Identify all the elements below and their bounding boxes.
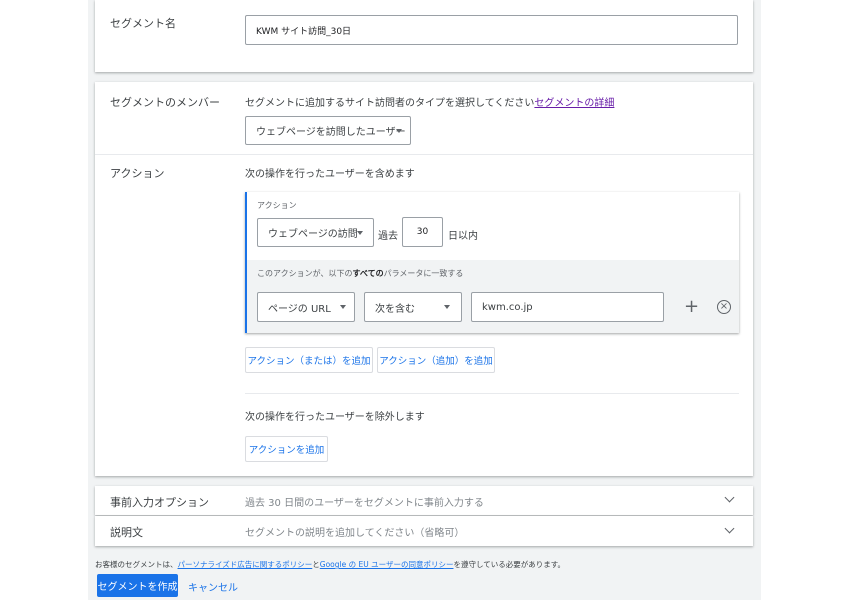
prefill-label: 事前入力オプション — [110, 496, 209, 509]
include-text: 次の操作を行ったユーザーを含めます — [245, 169, 415, 180]
exclude-divider — [245, 393, 739, 394]
plus-icon[interactable]: + — [684, 295, 699, 319]
parameter-field-select[interactable]: ページの URL — [257, 292, 355, 322]
action-type-value: ウェブページの訪問 — [268, 229, 358, 240]
parameter-area: このアクションが、以下のすべてのパラメータに一致する ページの URL 次を含む… — [247, 260, 739, 333]
create-segment-button[interactable]: セグメントを作成 — [97, 574, 178, 597]
eu-consent-policy-link[interactable]: Google の EU ユーザーの同意ポリシー — [320, 560, 454, 569]
chevron-down-icon — [357, 231, 363, 235]
member-type-value: ウェブページを訪問したユーザー — [256, 127, 406, 138]
days-value: 30 — [416, 227, 429, 237]
members-label: セグメントのメンバー — [110, 96, 220, 109]
parameter-value-input[interactable]: kwm.co.jp — [471, 292, 664, 322]
chevron-down-icon — [396, 129, 402, 133]
parameter-value-text: kwm.co.jp — [482, 301, 533, 313]
description-summary: セグメントの説明を追加してください（省略可） — [245, 528, 465, 539]
chevron-down-icon[interactable] — [724, 523, 735, 534]
add-exclude-action-button[interactable]: アクションを追加 — [245, 436, 328, 462]
add-action-and-button[interactable]: アクション（追加）を追加 — [377, 347, 495, 373]
parameter-note: このアクションが、以下のすべてのパラメータに一致する — [257, 269, 464, 278]
description-card[interactable]: 説明文 セグメントの説明を追加してください（省略可） — [95, 516, 753, 546]
parameter-field-value: ページの URL — [268, 303, 331, 315]
segment-name-value: KWM サイト訪問_30日 — [256, 26, 352, 37]
segment-details-link[interactable]: セグメントの詳細 — [534, 98, 614, 109]
add-action-or-button[interactable]: アクション（または）を追加 — [245, 347, 373, 373]
action-label: アクション — [110, 167, 165, 180]
member-type-select[interactable]: ウェブページを訪問したユーザー — [245, 116, 411, 145]
policy-notice: お客様のセグメントは、パーソナライズド広告に関するポリシーとGoogle の E… — [95, 560, 565, 569]
cancel-button[interactable]: キャンセル — [188, 579, 238, 594]
segment-name-card: セグメント名 KWM サイト訪問_30日 — [95, 0, 753, 72]
parameter-operator-value: 次を含む — [375, 303, 415, 315]
segment-name-label: セグメント名 — [110, 17, 176, 30]
prefill-card[interactable]: 事前入力オプション 過去 30 日間のユーザーをセグメントに事前入力する — [95, 486, 753, 515]
segment-name-input[interactable]: KWM サイト訪問_30日 — [245, 15, 738, 45]
section-divider — [95, 154, 753, 155]
prefill-summary: 過去 30 日間のユーザーをセグメントに事前入力する — [245, 498, 484, 509]
action-box-title: アクション — [257, 201, 297, 210]
chevron-down-icon — [444, 305, 450, 309]
description-label: 説明文 — [110, 526, 143, 539]
personalized-ads-policy-link[interactable]: パーソナライズド広告に関するポリシー — [178, 560, 313, 569]
exclude-text: 次の操作を行ったユーザーを除外します — [245, 412, 425, 423]
chevron-down-icon[interactable] — [724, 492, 735, 503]
days-input[interactable]: 30 — [402, 217, 443, 247]
chevron-down-icon — [340, 305, 346, 309]
members-description: セグメントに追加するサイト訪問者のタイプを選択してくださいセグメントの詳細 — [245, 98, 615, 109]
action-box: アクション ウェブページの訪問 過去 30 日以内 このアクションが、以下のすべ… — [245, 192, 739, 333]
past-label: 過去 — [378, 231, 398, 242]
circle-x-icon[interactable]: × — [717, 300, 731, 314]
parameter-operator-select[interactable]: 次を含む — [364, 292, 462, 322]
days-suffix: 日以内 — [448, 231, 478, 242]
segment-members-card: セグメントのメンバー セグメントに追加するサイト訪問者のタイプを選択してください… — [95, 82, 753, 476]
action-type-select[interactable]: ウェブページの訪問 — [257, 218, 374, 247]
